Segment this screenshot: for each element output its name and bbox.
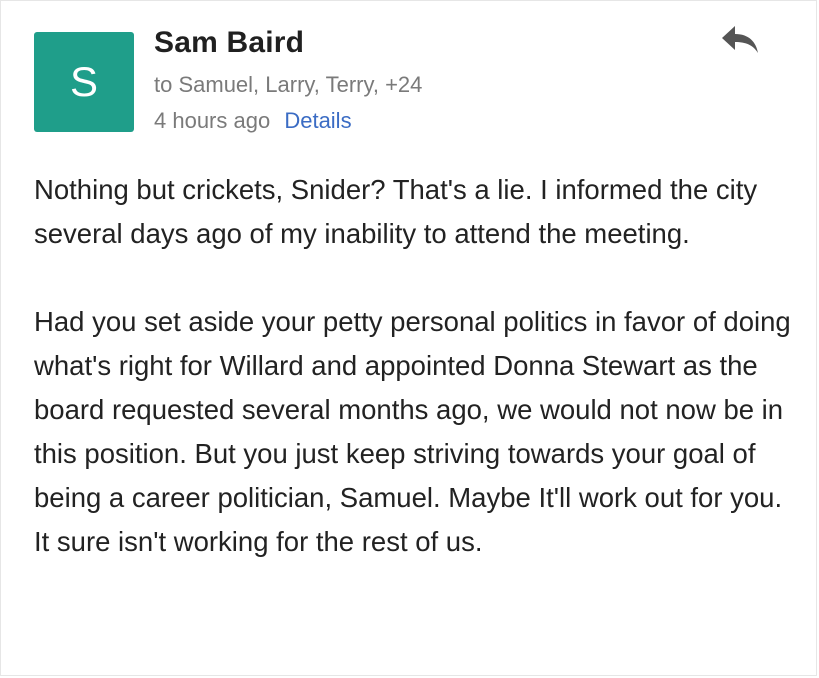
avatar-letter: S (69, 58, 98, 105)
message-body: Nothing but crickets, Snider? That's a l… (34, 168, 804, 564)
timestamp: 4 hours ago (154, 108, 271, 133)
body-paragraph: Had you set aside your petty personal po… (34, 306, 791, 557)
reply-arrow-icon (722, 26, 758, 53)
reply-button[interactable] (718, 18, 762, 58)
body-paragraph: Nothing but crickets, Snider? That's a l… (34, 174, 758, 249)
recipients-line: to Samuel, Larry, Terry, +24 (154, 72, 423, 97)
message-meta: 4 hours ago Details (154, 108, 352, 134)
sender-name: Sam Baird (154, 26, 305, 59)
avatar: S (34, 32, 134, 132)
details-link[interactable]: Details (284, 108, 351, 133)
